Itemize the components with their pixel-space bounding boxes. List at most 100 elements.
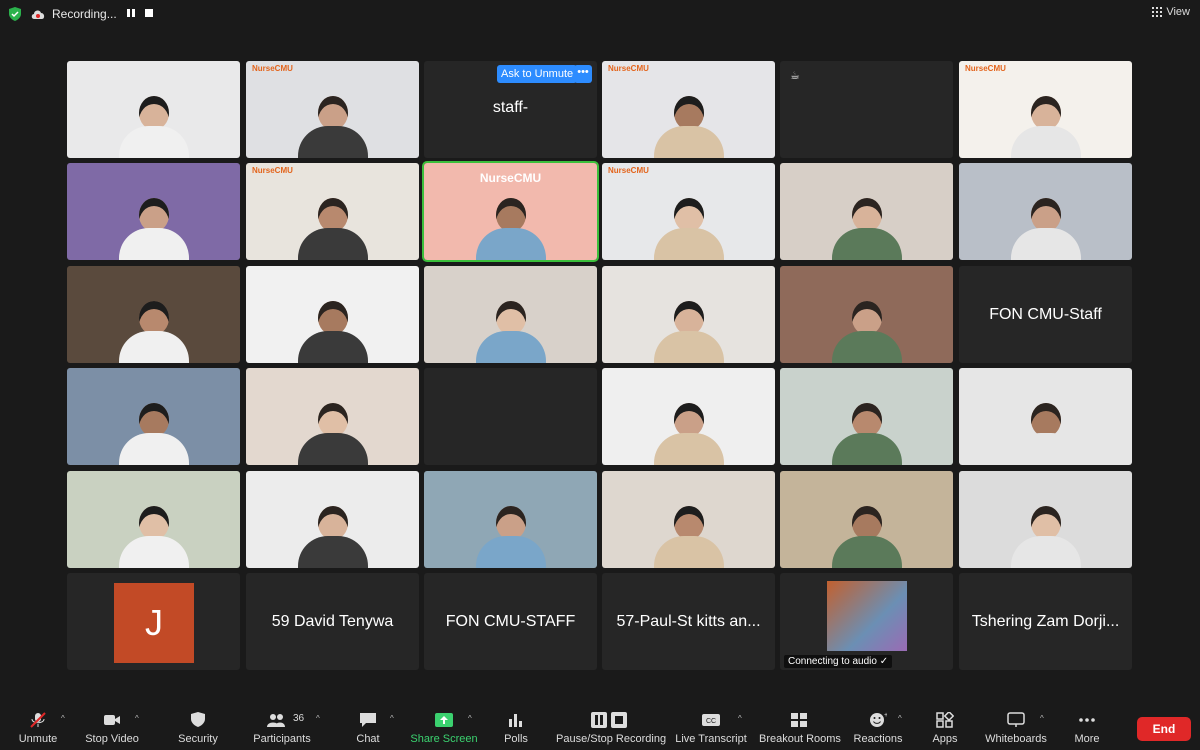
whiteboards-button[interactable]: Whiteboards [983, 704, 1049, 750]
participant-silhouette [653, 96, 724, 158]
apps-label: Apps [932, 733, 958, 745]
chat-bubble-icon [360, 713, 376, 727]
participant-silhouette [1010, 506, 1081, 568]
participant-silhouette [653, 198, 724, 260]
brand-logo: NurseCMU [608, 166, 649, 175]
share-screen-caret-icon[interactable]: ^ [468, 714, 472, 723]
participant-tile[interactable] [67, 368, 240, 465]
stop-recording-icon[interactable] [144, 8, 154, 18]
participant-video [67, 61, 240, 158]
participant-tile[interactable] [246, 471, 419, 568]
participant-tile[interactable]: NurseCMU [959, 61, 1132, 158]
pause-stop-recording-label: Pause/Stop Recording [556, 733, 667, 745]
chat-button[interactable]: Chat [348, 704, 388, 750]
connecting-audio-status: Connecting to audio ✓ [784, 655, 893, 668]
participant-silhouette [297, 301, 368, 363]
more-button[interactable]: More [1067, 704, 1107, 750]
participant-video [246, 368, 419, 465]
view-label: View [1166, 6, 1190, 18]
virtual-background-banner: NurseCMU [479, 171, 542, 185]
participant-tile[interactable]: FON CMU-STAFF [424, 573, 597, 670]
participant-tile[interactable] [246, 266, 419, 363]
participant-tile[interactable] [246, 368, 419, 465]
reactions-button[interactable]: + Reactions [853, 704, 903, 750]
participant-video [602, 471, 775, 568]
participant-tile[interactable] [780, 368, 953, 465]
ask-to-unmute-button[interactable]: Ask to Unmute [497, 65, 578, 83]
participant-tile[interactable]: Tshering Zam Dorji... [959, 573, 1132, 670]
participant-tile[interactable] [780, 163, 953, 260]
participant-tile[interactable] [780, 266, 953, 363]
grid-view-icon [1152, 7, 1163, 17]
transcript-caret-icon[interactable]: ^ [738, 714, 742, 723]
participant-tile[interactable]: NurseCMU [246, 163, 419, 260]
participant-tile[interactable]: Ask to Unmute ••• staff- [424, 61, 597, 158]
brand-logo: NurseCMU [608, 64, 649, 73]
polls-chart-icon [509, 714, 522, 727]
polls-button[interactable]: Polls [496, 704, 536, 750]
participant-tile[interactable] [602, 266, 775, 363]
video-camera-icon [104, 715, 120, 725]
whiteboards-label: Whiteboards [985, 733, 1047, 745]
security-button[interactable]: Security [173, 704, 223, 750]
participant-tile[interactable]: Connecting to audio ✓ [780, 573, 953, 670]
participant-tile[interactable] [959, 163, 1132, 260]
svg-text:CC: CC [706, 718, 716, 725]
profile-picture [827, 581, 907, 651]
participant-tile[interactable]: NurseCMU [246, 61, 419, 158]
reactions-smiley-icon: + [870, 712, 887, 727]
participant-video [246, 163, 419, 260]
participant-tile[interactable]: ☕ [780, 61, 953, 158]
participant-tile[interactable] [67, 61, 240, 158]
top-bar: Recording... View [0, 0, 1200, 28]
security-label: Security [178, 733, 218, 745]
encryption-shield-icon[interactable] [8, 7, 22, 21]
participant-tile[interactable] [424, 368, 597, 465]
unmute-label: Unmute [18, 733, 58, 745]
participant-name: FON CMU-Staff [989, 305, 1102, 323]
participant-tile[interactable]: FON CMU-Staff [959, 266, 1132, 363]
chat-label: Chat [356, 733, 380, 745]
participant-tile[interactable] [959, 368, 1132, 465]
participant-tile[interactable] [959, 471, 1132, 568]
svg-text:+: + [884, 712, 887, 719]
participant-tile[interactable] [424, 471, 597, 568]
breakout-rooms-button[interactable]: Breakout Rooms [759, 704, 841, 750]
end-meeting-button[interactable]: End [1137, 717, 1191, 741]
participants-icon [266, 714, 285, 727]
participants-button[interactable]: 36 Participants [250, 704, 314, 750]
tile-more-options-button[interactable]: ••• [574, 65, 592, 83]
participant-tile[interactable]: NurseCMU [422, 161, 599, 262]
apps-button[interactable]: Apps [925, 704, 965, 750]
participant-video [780, 163, 953, 260]
chat-caret-icon[interactable]: ^ [390, 714, 394, 723]
audio-options-caret-icon[interactable]: ^ [61, 714, 65, 723]
whiteboards-caret-icon[interactable]: ^ [1040, 714, 1044, 723]
live-transcript-button[interactable]: CC Live Transcript [675, 704, 747, 750]
participant-tile[interactable] [67, 266, 240, 363]
participant-video [424, 266, 597, 363]
participant-tile[interactable]: 59 David Tenywa [246, 573, 419, 670]
participant-tile[interactable] [424, 266, 597, 363]
video-options-caret-icon[interactable]: ^ [135, 714, 139, 723]
participant-tile[interactable]: 57-Paul-St kitts an... [602, 573, 775, 670]
participants-caret-icon[interactable]: ^ [316, 714, 320, 723]
participant-tile[interactable]: J [67, 573, 240, 670]
participant-video [780, 266, 953, 363]
reactions-caret-icon[interactable]: ^ [898, 714, 902, 723]
participant-silhouette [297, 96, 368, 158]
pause-stop-recording-button[interactable]: Pause/Stop Recording [556, 704, 667, 750]
participant-tile[interactable] [602, 368, 775, 465]
view-button[interactable]: View [1152, 6, 1190, 18]
participant-tile[interactable]: NurseCMU [602, 61, 775, 158]
participant-tile[interactable] [67, 471, 240, 568]
participant-tile[interactable] [602, 471, 775, 568]
unmute-button[interactable]: Unmute [13, 704, 63, 750]
participant-tile[interactable] [67, 163, 240, 260]
share-screen-button[interactable]: Share Screen [409, 704, 479, 750]
stop-video-button[interactable]: Stop Video [82, 704, 142, 750]
pause-recording-icon[interactable] [126, 8, 136, 18]
participant-tile[interactable]: NurseCMU [602, 163, 775, 260]
microphone-muted-icon [30, 712, 46, 728]
participant-tile[interactable] [780, 471, 953, 568]
